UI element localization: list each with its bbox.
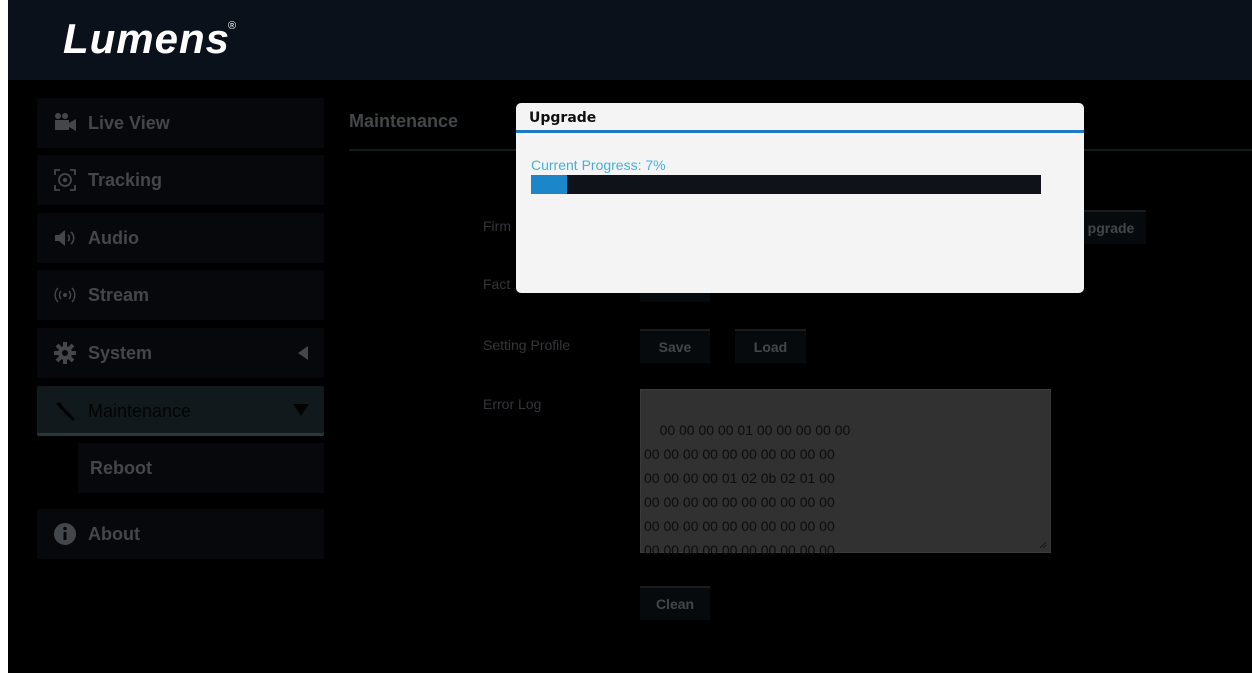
progress-label: Current Progress: 7% [531, 157, 666, 173]
upgrade-dialog: Upgrade Current Progress: 7% [516, 103, 1084, 293]
lumens-logo[interactable]: Lumens [63, 14, 230, 64]
progress-bar [531, 175, 1041, 194]
app-window: Lumens ® Live View Tracking Audio Stream [8, 0, 1252, 673]
dialog-title: Upgrade [516, 103, 1084, 133]
progress-bar-fill [531, 175, 567, 194]
registered-mark: ® [228, 20, 237, 32]
header-bar: Lumens ® [8, 0, 1252, 80]
